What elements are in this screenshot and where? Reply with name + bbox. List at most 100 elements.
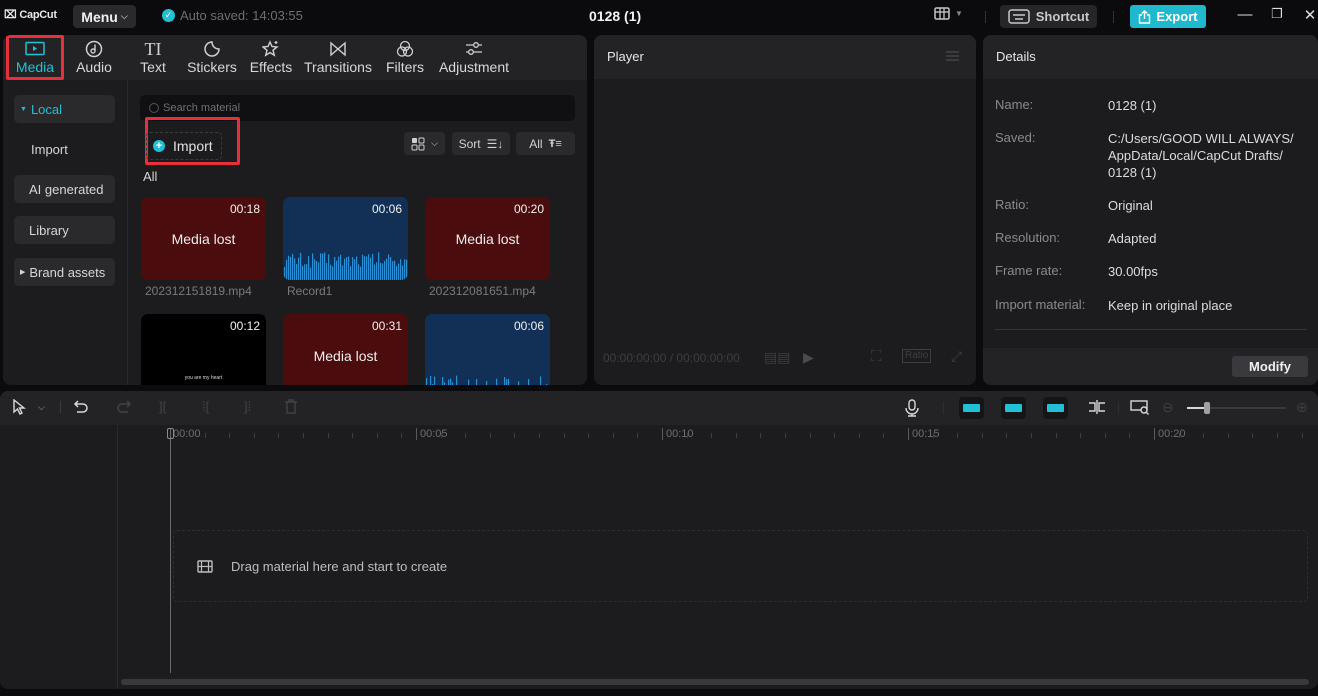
view-mode-button[interactable]: ⌵ xyxy=(404,132,445,155)
tab-label: Media xyxy=(15,59,55,75)
waveform-bar xyxy=(346,257,348,280)
sidebar-item-library[interactable]: Library xyxy=(14,216,115,244)
import-button[interactable]: + Import xyxy=(146,132,222,160)
tab-media[interactable]: Media xyxy=(6,35,64,80)
detail-label: Resolution: xyxy=(995,230,1061,245)
menu-icon[interactable] xyxy=(946,51,959,61)
timeline-zoom-slider[interactable] xyxy=(1187,402,1286,414)
export-icon xyxy=(1139,9,1151,24)
ratio-button[interactable]: Ratio xyxy=(902,349,932,363)
details-footer: Modify xyxy=(983,348,1318,385)
tab-adjustment[interactable]: Adjustment xyxy=(434,35,514,80)
export-button[interactable]: Export xyxy=(1130,5,1206,28)
sort-button[interactable]: Sort ☰↓ xyxy=(452,132,510,155)
menu-label: Menu xyxy=(81,8,118,25)
chevron-down-icon: ⌵ xyxy=(120,11,128,21)
waveform-bar xyxy=(342,265,344,280)
menu-button[interactable]: Menu ⌵ xyxy=(73,5,136,28)
filter-button[interactable]: All Ŧ≡ xyxy=(516,132,575,155)
tab-stickers[interactable]: Stickers xyxy=(182,35,242,80)
link-icon xyxy=(1047,404,1064,412)
split-icon[interactable]: ][ xyxy=(159,399,166,414)
ruler-tick xyxy=(539,433,540,438)
chevron-down-icon[interactable]: ⌵ xyxy=(38,402,45,413)
sidebar-item-local[interactable]: ▼ Local xyxy=(14,95,115,123)
waveform-bar xyxy=(356,256,358,280)
ruler-tick xyxy=(253,433,255,438)
waveform-bar xyxy=(322,253,324,280)
undo-icon[interactable] xyxy=(73,399,89,417)
auto-snapping-toggle[interactable] xyxy=(1001,397,1026,419)
detail-value: 0128 (1) xyxy=(1108,98,1157,113)
shortcut-button[interactable]: Shortcut xyxy=(1000,5,1097,28)
microphone-icon[interactable] xyxy=(905,399,919,421)
media-item[interactable]: 00:31 Media lost xyxy=(283,314,408,385)
waveform-bar xyxy=(316,261,318,280)
media-item[interactable]: 00:20 Media lost xyxy=(425,197,550,280)
zoom-out-icon[interactable]: ⊖ xyxy=(1162,399,1174,416)
tab-effects[interactable]: Effects xyxy=(242,35,300,80)
zoom-to-fit-icon[interactable] xyxy=(1130,399,1150,419)
ruler-tick xyxy=(1080,433,1082,438)
zoom-fit-icon[interactable]: ⛶ xyxy=(871,348,882,365)
layout-button[interactable]: ▼ xyxy=(934,7,963,20)
tab-audio[interactable]: Audio xyxy=(64,35,124,80)
waveform-bar xyxy=(366,256,368,280)
playhead-line[interactable] xyxy=(170,429,171,673)
waveform-bar xyxy=(476,379,478,385)
detail-value: C:/Users/GOOD WILL ALWAYS/ AppData/Local… xyxy=(1108,131,1294,180)
redo-icon[interactable] xyxy=(116,399,132,417)
ruler-tick xyxy=(204,433,206,438)
frame-grid-icon[interactable]: ▤▤ xyxy=(764,349,790,366)
waveform-bar xyxy=(372,253,374,280)
sidebar-item-label: AI generated xyxy=(29,181,104,197)
linkage-toggle[interactable] xyxy=(1043,397,1068,419)
timeline-panel: ⌵ ][ ⁞[ ]⁞ ⊖ ⊕ 00:00 00:05 00:10 00:15 0… xyxy=(0,391,1318,689)
select-cursor-icon[interactable] xyxy=(12,398,26,419)
check-circle-icon: ✓ xyxy=(162,9,175,22)
horizontal-scrollbar[interactable] xyxy=(121,679,1309,685)
sidebar-item-import[interactable]: Import xyxy=(14,135,115,163)
split-left-icon[interactable]: ⁞[ xyxy=(202,399,209,414)
minimize-icon[interactable]: — xyxy=(1235,6,1255,23)
ruler-tick xyxy=(686,433,688,438)
waveform-bar xyxy=(360,266,362,280)
time-ruler[interactable]: 00:00 00:05 00:10 00:15 00:20 xyxy=(119,425,1318,445)
details-header: Details xyxy=(983,35,1318,79)
export-label: Export xyxy=(1156,9,1198,24)
play-icon[interactable]: ▶ xyxy=(803,349,814,366)
tab-label: Adjustment xyxy=(438,59,510,75)
split-right-icon[interactable]: ]⁞ xyxy=(244,399,251,414)
waveform-bar xyxy=(382,263,384,280)
ruler-label: 00:20 xyxy=(1154,428,1186,440)
waveform-bar xyxy=(368,254,370,280)
waveform-bar xyxy=(302,265,304,280)
restore-icon[interactable]: ❐ xyxy=(1267,6,1287,22)
zoom-slider-handle[interactable] xyxy=(1203,402,1210,414)
zoom-in-icon[interactable]: ⊕ xyxy=(1296,399,1308,416)
media-item[interactable]: 00:18 Media lost xyxy=(141,197,266,280)
player-controls: 00:00:00:00 / 00:00:00:00 ▤▤ ▶ ⛶ Ratio ⤢ xyxy=(594,343,976,373)
delete-icon[interactable] xyxy=(284,399,298,418)
playhead-handle[interactable] xyxy=(167,428,174,439)
main-track-magnet-toggle[interactable] xyxy=(959,397,984,419)
tab-transitions[interactable]: Transitions xyxy=(300,35,376,80)
media-item[interactable]: 00:06 xyxy=(425,314,550,385)
media-item[interactable]: 00:12 you are my heart xyxy=(141,314,266,385)
sidebar-item-brand-assets[interactable]: ▶ Brand assets xyxy=(14,258,115,286)
waveform-bar xyxy=(448,379,450,385)
tab-filters[interactable]: Filters xyxy=(376,35,434,80)
waveform-bar xyxy=(374,264,376,280)
fullscreen-icon[interactable]: ⤢ xyxy=(951,348,962,365)
media-item[interactable]: 00:06 xyxy=(283,197,408,280)
close-icon[interactable]: ✕ xyxy=(1300,6,1318,24)
divider xyxy=(943,402,944,414)
capcut-logo-icon: ⌧ xyxy=(4,9,17,21)
preview-axis-icon[interactable] xyxy=(1087,399,1107,419)
import-label: Import xyxy=(173,138,213,154)
modify-button[interactable]: Modify xyxy=(1232,356,1308,377)
drop-zone[interactable]: Drag material here and start to create xyxy=(173,530,1308,602)
sidebar-item-ai-generated[interactable]: AI generated xyxy=(14,175,115,203)
waveform-bar xyxy=(358,264,360,280)
tab-text[interactable]: TI Text xyxy=(124,35,182,80)
